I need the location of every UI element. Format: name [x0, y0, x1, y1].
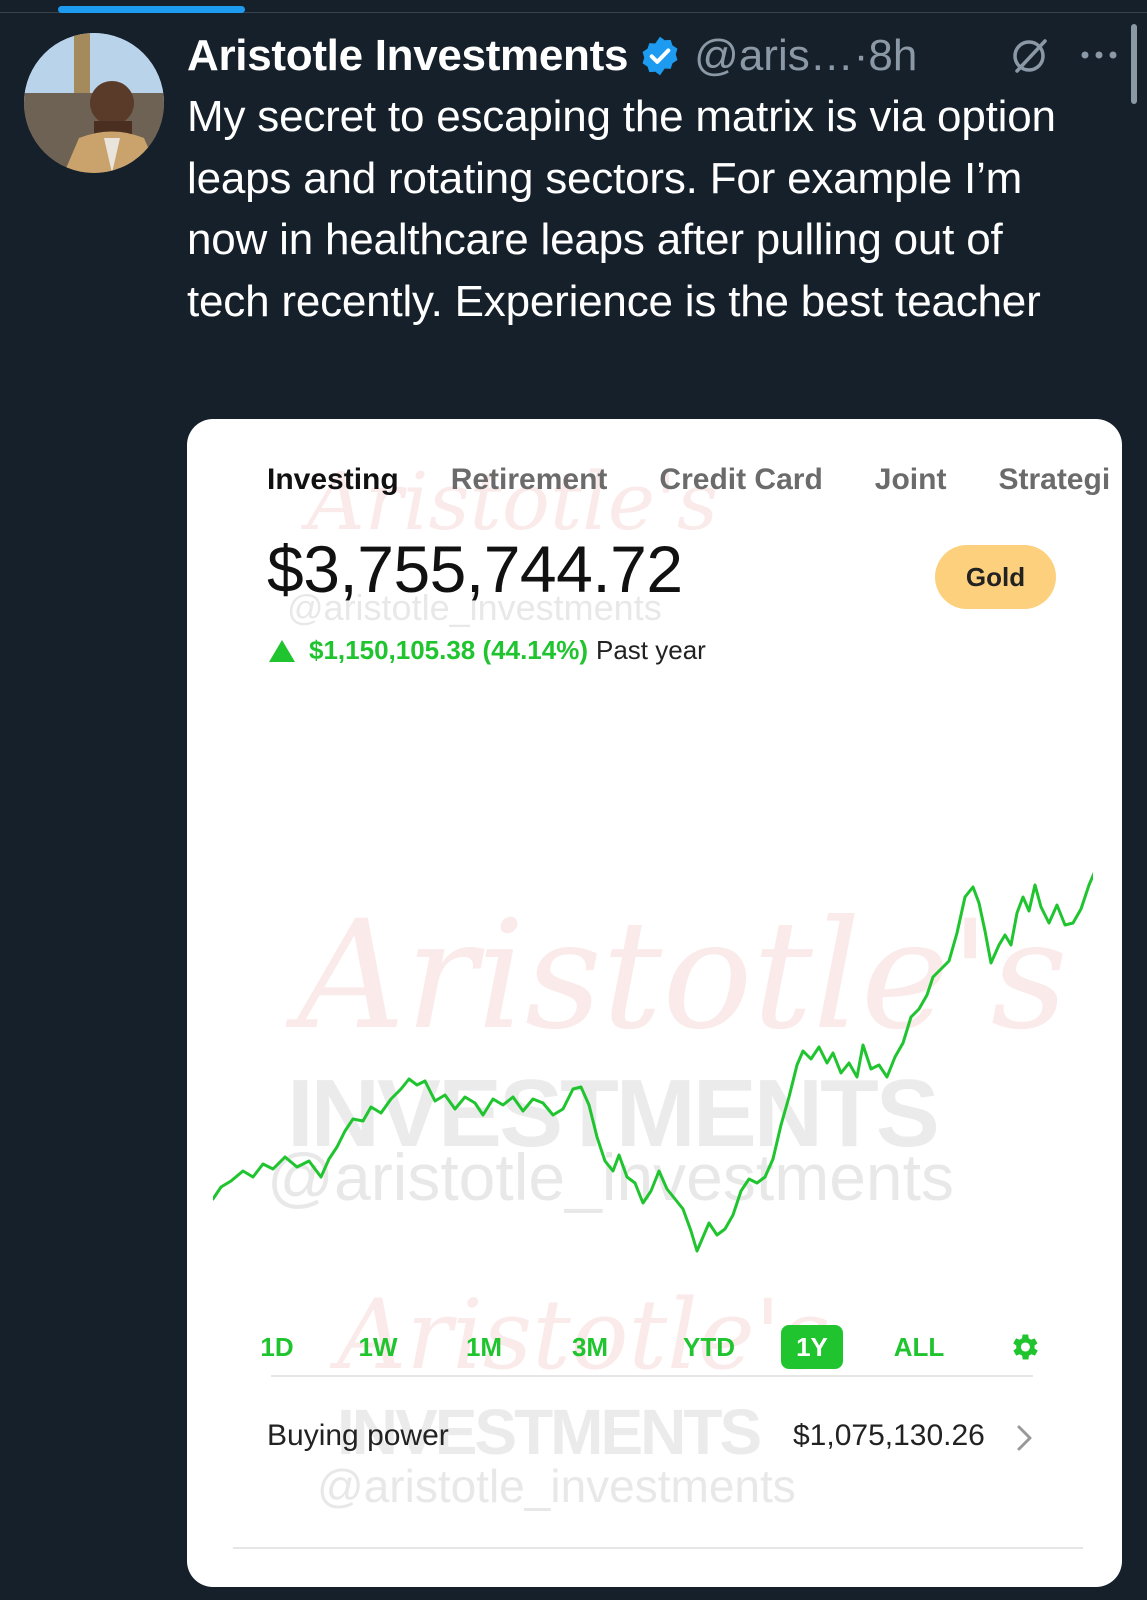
- account-tabs: Investing Retirement Credit Card Joint S…: [267, 463, 1122, 497]
- scrollbar[interactable]: [1131, 24, 1137, 104]
- watermark-handle-bottom: @aristotle_investments: [317, 1460, 796, 1512]
- attached-screenshot[interactable]: Aristotle's @aristotle_investments Arist…: [187, 419, 1122, 1587]
- portfolio-line-chart[interactable]: [213, 799, 1093, 1299]
- buying-power-value[interactable]: $1,075,130.26: [793, 1419, 985, 1453]
- range-3m[interactable]: 3M: [559, 1325, 621, 1369]
- active-tab-indicator: [58, 6, 245, 13]
- separator-dot: ·: [853, 31, 869, 80]
- tab-strategies[interactable]: Strategi: [998, 463, 1110, 497]
- more-icon[interactable]: [1078, 40, 1120, 70]
- tab-credit-card[interactable]: Credit Card: [659, 463, 822, 497]
- verified-badge-icon: [638, 34, 682, 78]
- range-1m[interactable]: 1M: [453, 1325, 515, 1369]
- range-ytd[interactable]: YTD: [669, 1325, 749, 1369]
- avatar[interactable]: [24, 33, 164, 173]
- up-arrow-icon: [269, 639, 295, 662]
- portfolio-line: [213, 871, 1093, 1253]
- time-range-selector: 1D 1W 1M 3M YTD 1Y ALL: [247, 1325, 1067, 1369]
- range-all[interactable]: ALL: [883, 1325, 955, 1369]
- grok-icon[interactable]: [1008, 35, 1050, 77]
- gain-amount: $1,150,105.38 (44.14%): [309, 635, 588, 665]
- tweet-header: Aristotle Investments @aris… · 8h: [187, 26, 917, 86]
- chevron-right-icon[interactable]: [1015, 1423, 1035, 1453]
- range-1w[interactable]: 1W: [347, 1325, 409, 1369]
- tab-joint[interactable]: Joint: [875, 463, 947, 497]
- gear-icon[interactable]: [1007, 1330, 1041, 1364]
- portfolio-balance: $3,755,744.72: [267, 532, 683, 606]
- buying-power-label[interactable]: Buying power: [267, 1419, 449, 1453]
- divider: [271, 1375, 1033, 1377]
- timestamp[interactable]: 8h: [868, 31, 917, 81]
- divider-bottom: [233, 1547, 1083, 1549]
- tweet-text: My secret to escaping the matrix is via …: [187, 92, 1056, 326]
- tab-investing[interactable]: Investing: [267, 463, 399, 497]
- author-handle[interactable]: @aris…: [694, 31, 854, 81]
- tab-retirement[interactable]: Retirement: [451, 463, 608, 497]
- gold-button[interactable]: Gold: [935, 545, 1056, 609]
- gain-row: $1,150,105.38 (44.14%) Past year: [269, 635, 706, 666]
- range-1d[interactable]: 1D: [247, 1325, 307, 1369]
- author-name[interactable]: Aristotle Investments: [187, 31, 628, 81]
- gain-period: Past year: [596, 635, 706, 665]
- range-1y[interactable]: 1Y: [781, 1325, 843, 1369]
